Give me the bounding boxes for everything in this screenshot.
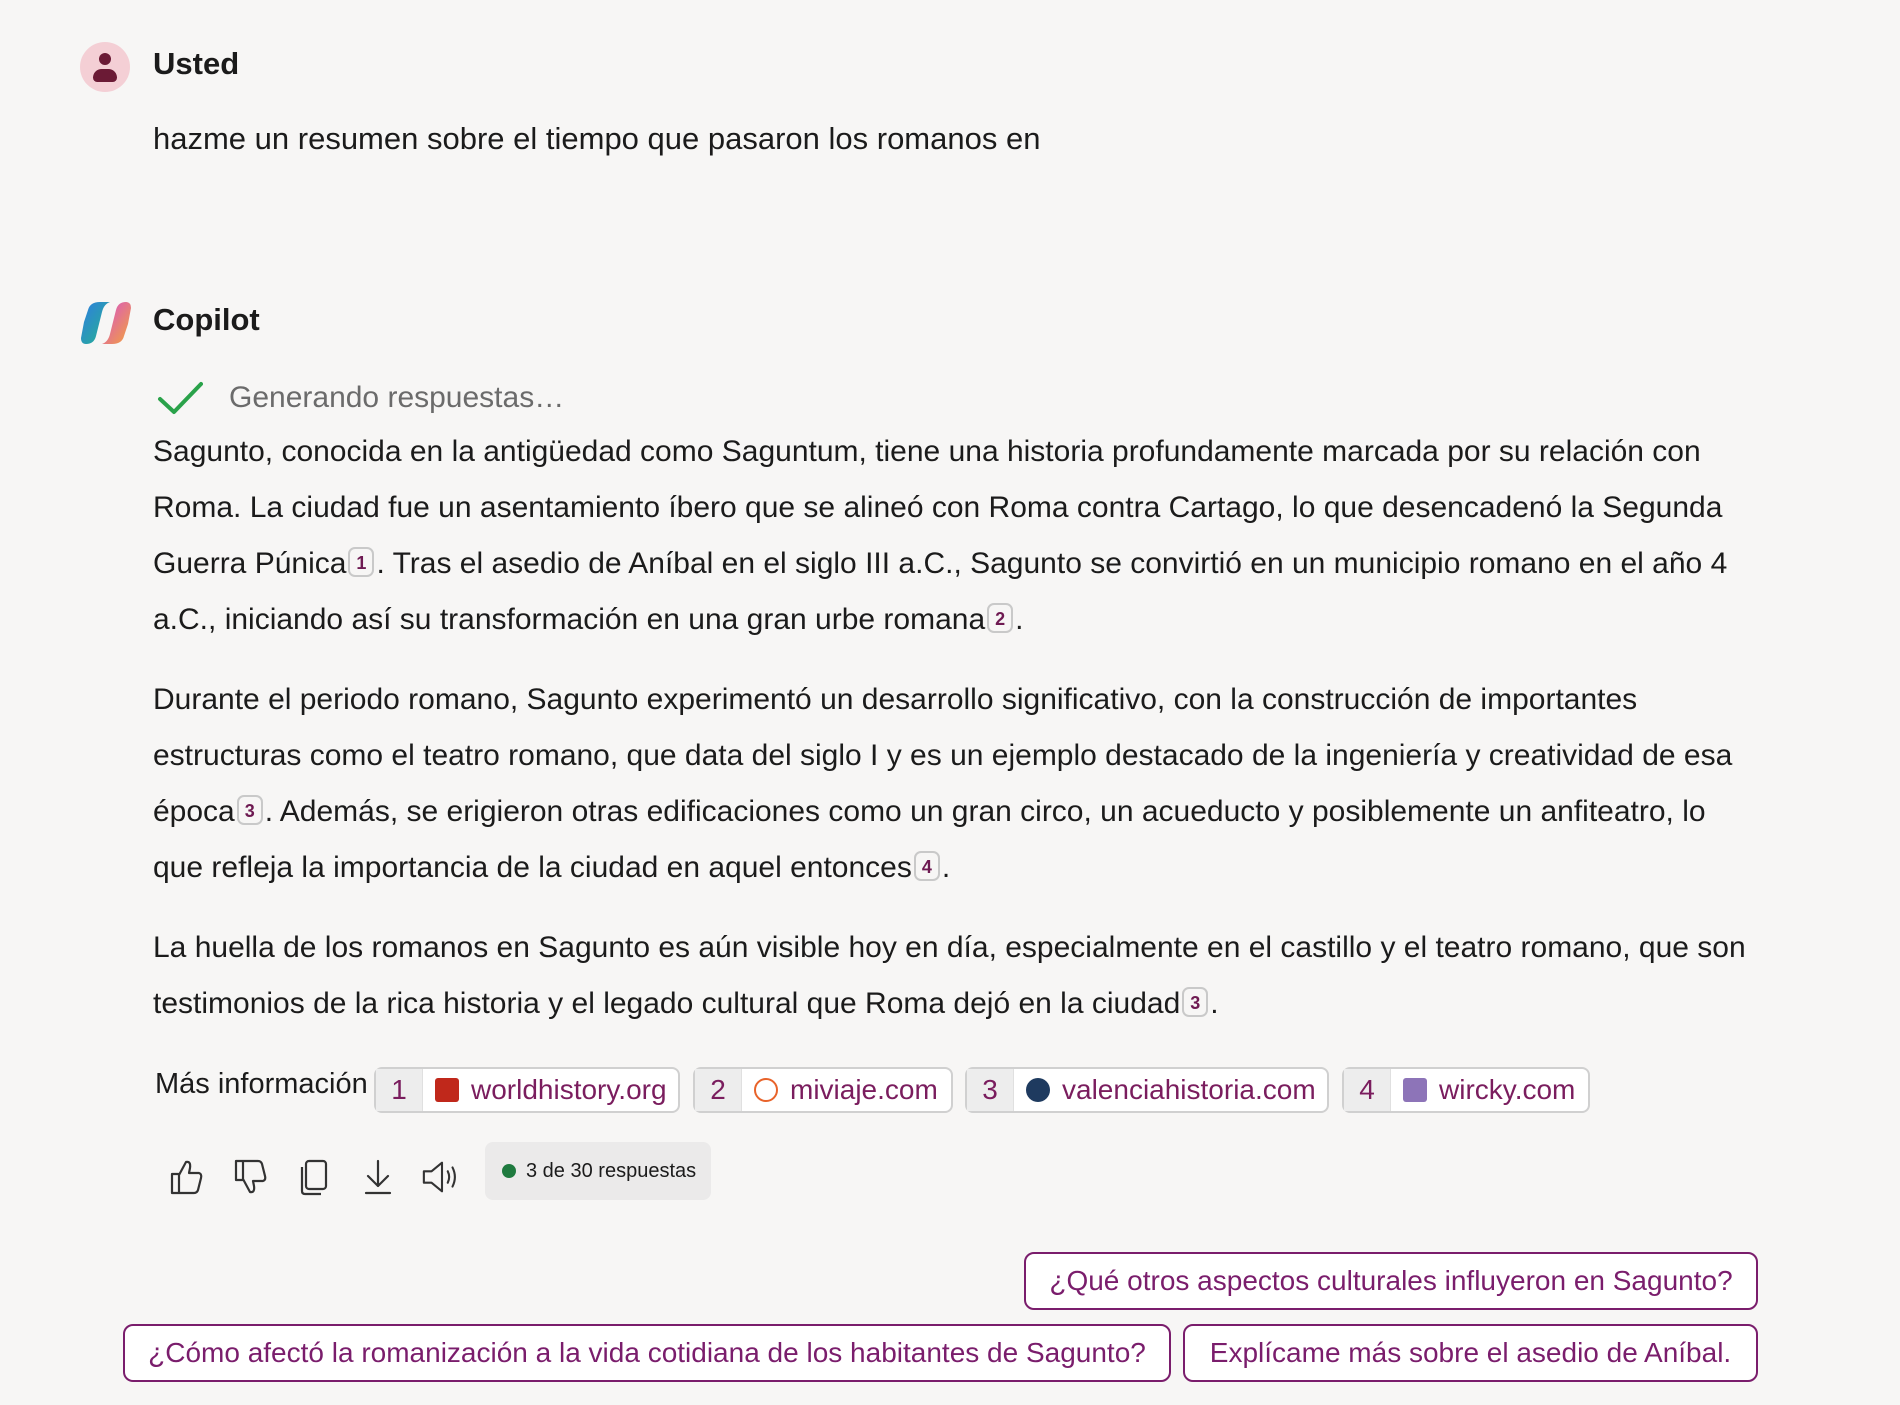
source-domain: worldhistory.org xyxy=(471,1074,667,1105)
download-icon xyxy=(364,1159,392,1195)
answer-text: . xyxy=(1210,987,1219,1020)
source-link-1[interactable]: 1 worldhistory.org xyxy=(374,1067,680,1113)
citation-marker[interactable]: 1 xyxy=(348,547,375,577)
source-number: 4 xyxy=(1344,1069,1391,1111)
source-domain: wircky.com xyxy=(1439,1074,1576,1105)
response-actions xyxy=(165,1152,485,1202)
copy-icon xyxy=(300,1159,328,1196)
source-domain: valenciahistoria.com xyxy=(1062,1074,1316,1105)
source-link-3[interactable]: 3 valenciahistoria.com xyxy=(965,1067,1329,1113)
source-number: 3 xyxy=(967,1069,1014,1111)
copy-button[interactable] xyxy=(293,1156,335,1198)
like-button[interactable] xyxy=(165,1156,207,1198)
citation-marker[interactable]: 2 xyxy=(987,603,1014,633)
answer-text: La huella de los romanos en Sagunto es a… xyxy=(153,931,1746,1020)
answer-paragraph: La huella de los romanos en Sagunto es a… xyxy=(153,920,1753,1032)
generation-status: Generando respuestas… xyxy=(157,378,564,418)
citation-marker[interactable]: 3 xyxy=(236,795,263,825)
answer-paragraph: Durante el periodo romano, Sagunto exper… xyxy=(153,672,1753,896)
response-counter: 3 de 30 respuestas xyxy=(485,1142,711,1200)
answer-body: Sagunto, conocida en la antigüedad como … xyxy=(153,424,1753,1056)
copilot-name: Copilot xyxy=(153,302,260,337)
suggestion-button-3[interactable]: Explícame más sobre el asedio de Aníbal. xyxy=(1183,1324,1758,1382)
miviaje-favicon xyxy=(754,1078,778,1102)
thumbs-down-icon xyxy=(234,1159,267,1194)
status-text: Generando respuestas… xyxy=(229,381,565,414)
source-link-4[interactable]: 4 wircky.com xyxy=(1342,1067,1590,1113)
source-number: 2 xyxy=(695,1069,742,1111)
answer-text: . xyxy=(941,851,951,884)
user-avatar xyxy=(80,42,130,92)
suggestion-button-2[interactable]: ¿Cómo afectó la romanización a la vida c… xyxy=(123,1324,1171,1382)
copilot-logo-icon xyxy=(81,302,131,344)
citation-marker[interactable]: 4 xyxy=(913,851,940,881)
source-number: 1 xyxy=(376,1069,423,1111)
worldhistory-favicon xyxy=(435,1078,459,1102)
speaker-icon xyxy=(422,1161,456,1193)
user-message: hazme un resumen sobre el tiempo que pas… xyxy=(153,121,1041,156)
answer-text: . xyxy=(1015,603,1024,636)
wircky-favicon xyxy=(1403,1078,1427,1102)
answer-paragraph: Sagunto, conocida en la antigüedad como … xyxy=(153,424,1753,648)
source-domain: miviaje.com xyxy=(790,1074,938,1105)
source-link-2[interactable]: 2 miviaje.com xyxy=(693,1067,953,1113)
more-info-label: Más información xyxy=(155,1068,368,1100)
checkmark-icon xyxy=(158,382,203,414)
status-dot-icon xyxy=(502,1164,516,1178)
export-button[interactable] xyxy=(357,1156,399,1198)
read-aloud-button[interactable] xyxy=(421,1156,463,1198)
user-name: Usted xyxy=(153,46,240,81)
thumbs-up-icon xyxy=(170,1160,203,1195)
valenciahistoria-favicon xyxy=(1026,1078,1050,1102)
response-count-text: 3 de 30 respuestas xyxy=(526,1159,697,1182)
dislike-button[interactable] xyxy=(229,1156,271,1198)
suggestion-button-1[interactable]: ¿Qué otros aspectos culturales influyero… xyxy=(1024,1252,1758,1310)
citation-marker[interactable]: 3 xyxy=(1182,987,1209,1017)
answer-text: . Tras el asedio de Aníbal en el siglo I… xyxy=(153,547,1728,636)
